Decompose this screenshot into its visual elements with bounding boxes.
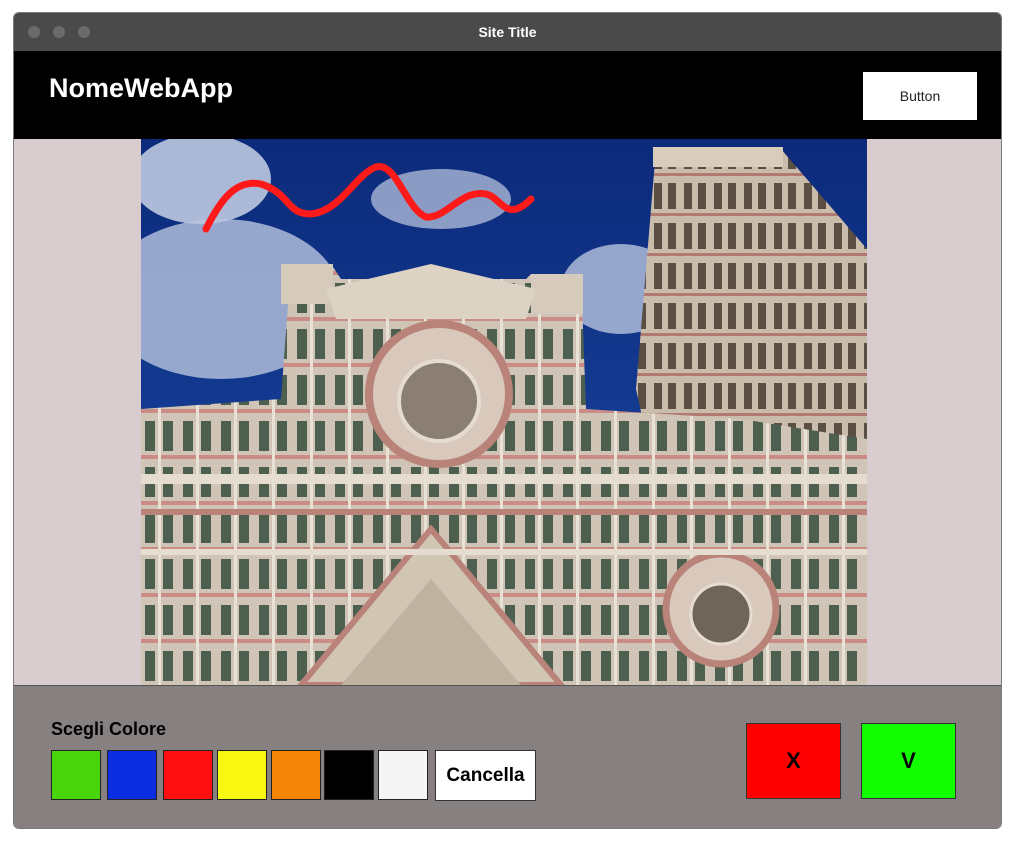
color-toolbar: Scegli Colore Cancella X V [14,685,1001,828]
app-window: Site Title NomeWebApp Button Scegli Colo… [13,12,1002,829]
color-swatch-red[interactable] [163,750,213,800]
minimize-window-dot[interactable] [53,26,65,38]
color-swatch-black[interactable] [324,750,374,800]
cathedral-photo [141,139,867,685]
window-title: Site Title [478,24,537,40]
app-header: NomeWebApp Button [14,51,1001,139]
clear-button[interactable]: Cancella [435,750,536,801]
header-button[interactable]: Button [863,72,977,120]
title-bar: Site Title [14,13,1001,51]
color-swatch-yellow[interactable] [217,750,267,800]
maximize-window-dot[interactable] [78,26,90,38]
color-swatch-orange[interactable] [271,750,321,800]
app-name: NomeWebApp [49,73,234,103]
cancel-button[interactable]: X [746,723,841,799]
drawing-canvas-area [14,139,1001,685]
color-swatch-green[interactable] [51,750,101,800]
close-window-dot[interactable] [28,26,40,38]
confirm-button[interactable]: V [861,723,956,799]
choose-color-label: Scegli Colore [51,719,167,739]
color-swatch-blue[interactable] [107,750,157,800]
color-swatch-white[interactable] [378,750,428,800]
drawing-canvas[interactable] [141,139,867,685]
